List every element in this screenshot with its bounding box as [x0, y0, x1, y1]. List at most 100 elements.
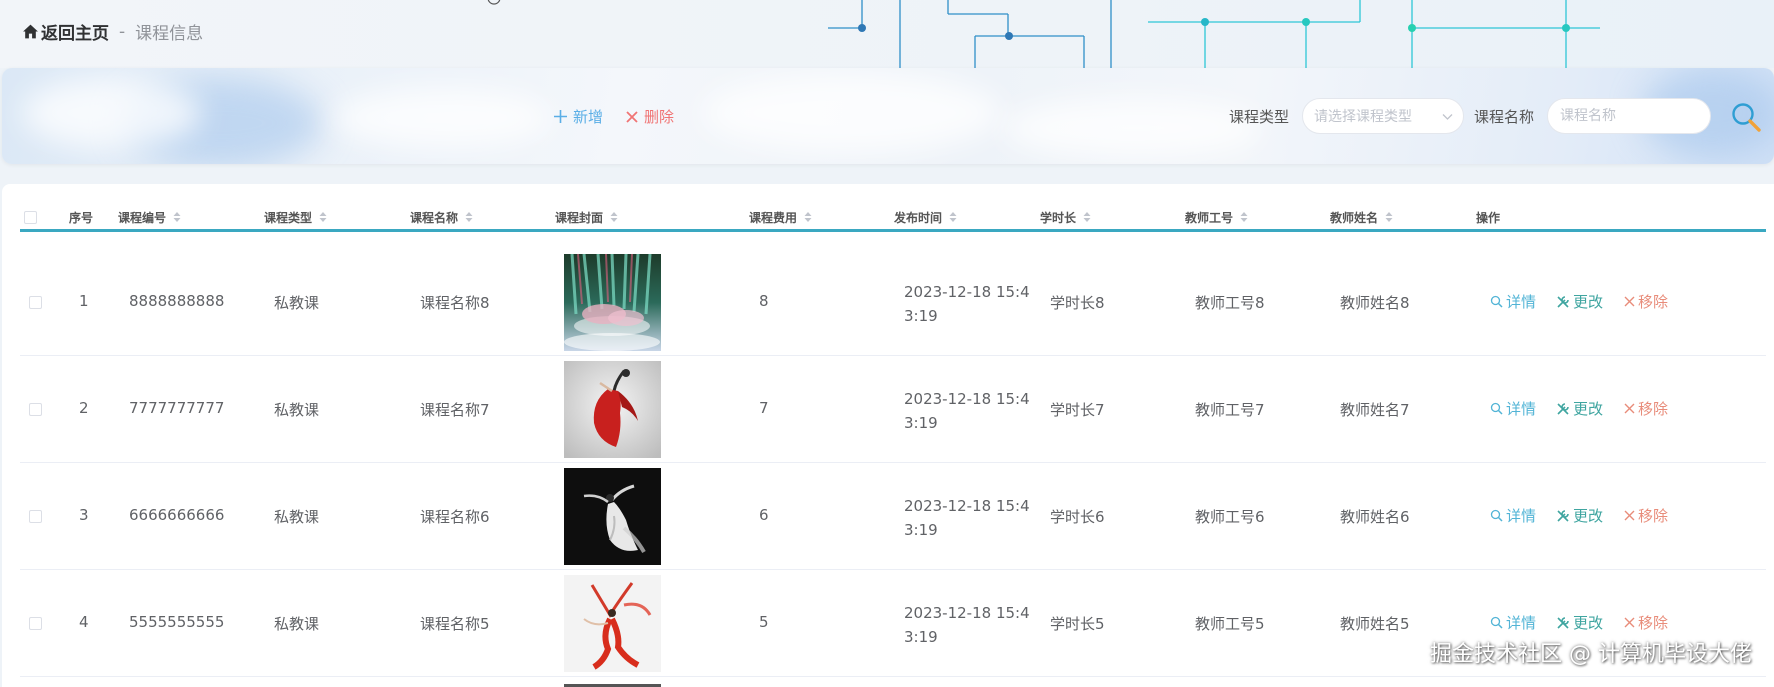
cell-duration: 学时长7 — [1050, 401, 1105, 419]
edit-label: 更改 — [1573, 507, 1604, 525]
header-teacher-no[interactable]: 教师工号 — [1185, 206, 1248, 228]
cell-type: 私教课 — [274, 615, 320, 633]
wrench-icon — [1557, 295, 1569, 308]
sort-icon[interactable] — [465, 211, 473, 223]
search-button[interactable] — [1730, 101, 1762, 137]
detail-icon — [1490, 402, 1503, 415]
table-header: 序号 课程编号 课程类型 课程名称 课程封面 课程费用 发布时间 学时长 教师工… — [20, 206, 1766, 232]
breadcrumb-home-link[interactable]: 返回主页 — [41, 19, 109, 44]
edit-button[interactable]: 更改 — [1556, 612, 1603, 633]
detail-label: 详情 — [1506, 293, 1537, 311]
header-time[interactable]: 发布时间 — [894, 206, 957, 228]
checkbox[interactable] — [29, 403, 42, 416]
sort-icon[interactable] — [1083, 211, 1091, 223]
row-checkbox[interactable] — [29, 296, 42, 309]
row-checkbox[interactable] — [29, 617, 42, 630]
sort-icon[interactable] — [1385, 211, 1393, 223]
cell-teacher-no: 教师工号6 — [1195, 508, 1265, 526]
cell-index: 3 — [79, 506, 89, 524]
header-index: 序号 — [69, 210, 94, 225]
breadcrumb: 返回主页 - 课程信息 — [22, 19, 203, 44]
detail-icon — [1490, 295, 1503, 308]
row-checkbox[interactable] — [29, 403, 42, 416]
cell-teacher-name: 教师姓名5 — [1340, 615, 1410, 633]
course-type-select[interactable]: 请选择课程类型 — [1302, 98, 1464, 134]
checkbox[interactable] — [29, 617, 42, 630]
wrench-icon — [1557, 509, 1569, 522]
sort-icon[interactable] — [949, 211, 957, 223]
checkbox[interactable] — [29, 510, 42, 523]
wrench-icon — [1557, 402, 1569, 415]
remove-button[interactable]: 移除 — [1624, 291, 1668, 312]
cell-code: 5555555555 — [129, 613, 225, 631]
detail-button[interactable]: 详情 — [1490, 612, 1536, 633]
cloud-decoration — [332, 88, 552, 148]
course-name-label: 课程名称 — [1474, 108, 1535, 126]
sort-icon[interactable] — [804, 211, 812, 223]
cell-teacher-name: 教师姓名8 — [1340, 294, 1410, 312]
course-name-input[interactable] — [1547, 98, 1711, 134]
table-row: 2 7777777777 私教课 课程名称7 7 2023-12-18 15:4… — [20, 356, 1766, 463]
course-type-placeholder: 请选择课程类型 — [1314, 109, 1412, 125]
close-icon — [626, 110, 638, 123]
remove-button[interactable]: 移除 — [1624, 612, 1668, 633]
sort-icon[interactable] — [319, 211, 327, 223]
course-type-label: 课程类型 — [1229, 108, 1290, 126]
edit-label: 更改 — [1573, 293, 1604, 311]
cell-time-line2: 3:19 — [904, 307, 938, 325]
red-dress-dancer-image — [564, 361, 661, 458]
cell-name: 课程名称7 — [420, 401, 490, 419]
page-header: 返回主页 - 课程信息 — [0, 0, 1774, 68]
header-cover[interactable]: 课程封面 — [555, 206, 618, 228]
header-teacher-name[interactable]: 教师姓名 — [1330, 206, 1393, 228]
cell-time-line2: 3:19 — [904, 521, 938, 539]
remove-button[interactable]: 移除 — [1624, 398, 1668, 419]
cell-teacher-name: 教师姓名7 — [1340, 401, 1410, 419]
remove-label: 移除 — [1638, 507, 1669, 525]
home-icon — [23, 24, 38, 39]
sort-icon[interactable] — [173, 211, 181, 223]
header-duration[interactable]: 学时长 — [1040, 206, 1091, 228]
cell-index: 2 — [79, 399, 89, 417]
sort-icon[interactable] — [610, 211, 618, 223]
remove-label: 移除 — [1638, 400, 1669, 418]
cell-fee: 8 — [759, 292, 769, 310]
header-fee[interactable]: 课程费用 — [749, 206, 812, 228]
cell-type: 私教课 — [274, 508, 320, 526]
close-icon — [1624, 510, 1635, 521]
remove-label: 移除 — [1638, 293, 1669, 311]
checkbox[interactable] — [29, 296, 42, 309]
circuit-decoration — [487, 0, 1600, 68]
header-type[interactable]: 课程类型 — [264, 206, 327, 228]
edit-button[interactable]: 更改 — [1556, 505, 1603, 526]
cell-fee: 7 — [759, 399, 769, 417]
checkbox[interactable] — [24, 210, 37, 224]
select-all-checkbox[interactable] — [24, 206, 37, 228]
table-row: 3 6666666666 私教课 课程名称6 6 2023-12-18 15:4… — [20, 463, 1766, 570]
cloud-decoration — [22, 78, 202, 148]
cell-code: 7777777777 — [129, 399, 225, 417]
remove-button[interactable]: 移除 — [1624, 505, 1668, 526]
edit-button[interactable]: 更改 — [1556, 398, 1603, 419]
group-dance-stage-image — [564, 254, 661, 351]
row-checkbox[interactable] — [29, 510, 42, 523]
detail-icon — [1490, 509, 1503, 522]
delete-button[interactable]: 删除 — [626, 106, 674, 127]
edit-button[interactable]: 更改 — [1556, 291, 1603, 312]
close-icon — [1624, 403, 1635, 414]
search-toolbar: 新增 删除 课程类型 请选择课程类型 课程名称 — [2, 68, 1774, 164]
detail-button[interactable]: 详情 — [1490, 291, 1536, 312]
add-button[interactable]: 新增 — [554, 106, 603, 127]
cell-name: 课程名称8 — [420, 294, 490, 312]
header-ops: 操作 — [1476, 210, 1501, 225]
header-code[interactable]: 课程编号 — [118, 206, 181, 228]
header-name[interactable]: 课程名称 — [410, 206, 473, 228]
cell-time-line1: 2023-12-18 15:4 — [904, 497, 1030, 515]
remove-label: 移除 — [1638, 614, 1669, 632]
table-row: 1 8888888888 私教课 课程名称8 8 2023-12-18 15:4… — [20, 249, 1766, 356]
sort-icon[interactable] — [1240, 211, 1248, 223]
edit-label: 更改 — [1573, 614, 1604, 632]
breadcrumb-current: 课程信息 — [135, 24, 204, 44]
detail-button[interactable]: 详情 — [1490, 398, 1536, 419]
detail-button[interactable]: 详情 — [1490, 505, 1536, 526]
